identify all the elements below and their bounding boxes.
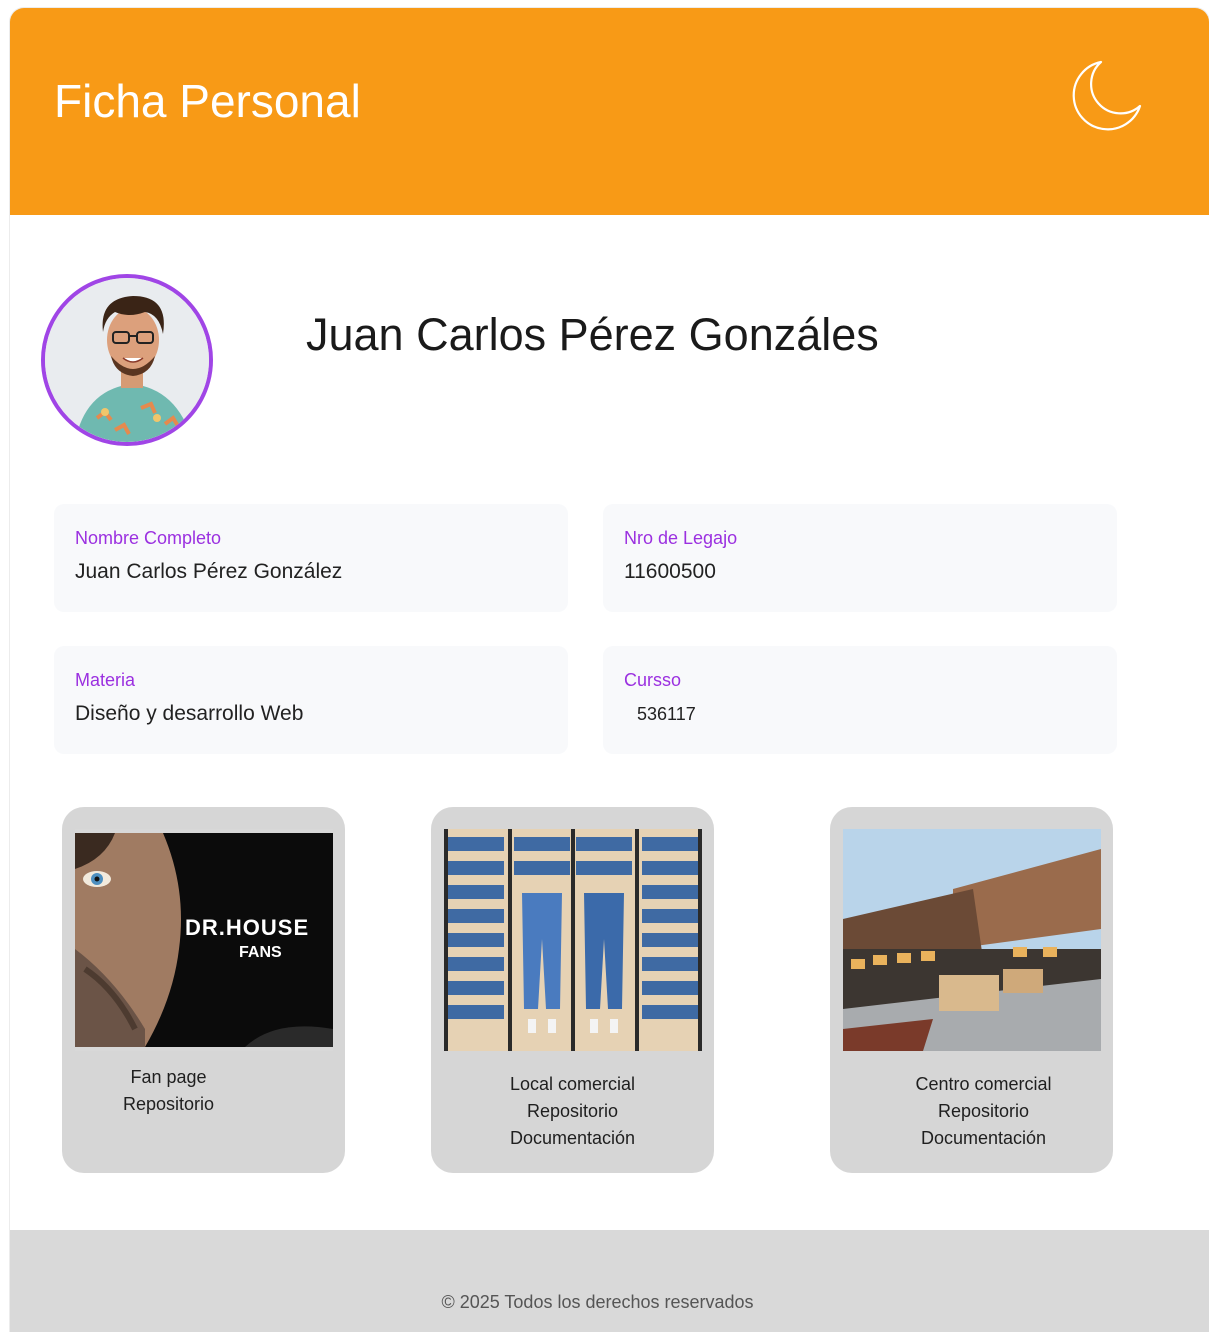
avatar-photo bbox=[45, 278, 209, 442]
header-title: Ficha Personal bbox=[54, 75, 361, 127]
jeans-store-image bbox=[444, 829, 702, 1051]
project-links: Fan page Repositorio bbox=[27, 1064, 310, 1118]
dr-house-image: DR.HOUSE FANS bbox=[75, 829, 333, 1051]
avatar bbox=[41, 274, 213, 446]
page-footer: © 2025 Todos los derechos reservados bbox=[10, 1230, 1209, 1332]
info-value: Diseño y desarrollo Web bbox=[75, 702, 304, 725]
mall-image bbox=[843, 829, 1101, 1051]
project-card-local-comercial: Local comercial Repositorio Documentació… bbox=[431, 807, 714, 1173]
project-image-jeans-store bbox=[444, 829, 702, 1051]
main-content: Juan Carlos Pérez Gonzáles Nombre Comple… bbox=[10, 215, 1209, 1228]
dr-house-subtitle: FANS bbox=[239, 944, 282, 961]
moon-icon bbox=[1072, 60, 1142, 131]
repository-link[interactable]: Repositorio bbox=[842, 1098, 1125, 1125]
centro-comercial-link[interactable]: Centro comercial bbox=[842, 1071, 1125, 1098]
info-value: Juan Carlos Pérez González bbox=[75, 560, 343, 583]
project-links: Local comercial Repositorio Documentació… bbox=[431, 1071, 714, 1152]
fan-page-link[interactable]: Fan page bbox=[27, 1064, 310, 1091]
person-name: Juan Carlos Pérez Gonzáles bbox=[306, 309, 879, 360]
repository-link[interactable]: Repositorio bbox=[431, 1098, 714, 1125]
info-label: Materia bbox=[75, 670, 136, 690]
info-value: 536117 bbox=[637, 704, 696, 724]
project-links: Centro comercial Repositorio Documentaci… bbox=[842, 1071, 1125, 1152]
info-label: Cursso bbox=[624, 670, 682, 690]
copyright-text: © 2025 Todos los derechos reservados bbox=[441, 1292, 754, 1312]
repository-link[interactable]: Repositorio bbox=[27, 1091, 310, 1118]
documentation-link[interactable]: Documentación bbox=[431, 1125, 714, 1152]
dr-house-title: DR.HOUSE bbox=[185, 915, 309, 940]
project-card-fan-page: DR.HOUSE FANS Fan page Repositorio bbox=[62, 807, 345, 1173]
info-card-materia: Materia Diseño y desarrollo Web bbox=[54, 646, 568, 754]
info-label: Nro de Legajo bbox=[624, 528, 738, 548]
project-image-dr-house: DR.HOUSE FANS bbox=[75, 829, 333, 1051]
project-card-centro-comercial: Centro comercial Repositorio Documentaci… bbox=[830, 807, 1113, 1173]
page-header: Ficha Personal bbox=[10, 8, 1209, 215]
info-value: 11600500 bbox=[624, 560, 716, 583]
documentation-link[interactable]: Documentación bbox=[842, 1125, 1125, 1152]
info-card-legajo: Nro de Legajo 11600500 bbox=[603, 504, 1117, 612]
info-label: Nombre Completo bbox=[75, 528, 222, 548]
local-comercial-link[interactable]: Local comercial bbox=[431, 1071, 714, 1098]
info-card-curso: Cursso 536117 bbox=[603, 646, 1117, 754]
project-image-mall bbox=[843, 829, 1101, 1051]
theme-toggle-button[interactable] bbox=[1068, 54, 1150, 136]
info-card-nombre: Nombre Completo Juan Carlos Pérez Gonzál… bbox=[54, 504, 568, 612]
page-frame: Ficha Personal Juan Carlos Pérez Gonzále… bbox=[10, 8, 1209, 1332]
